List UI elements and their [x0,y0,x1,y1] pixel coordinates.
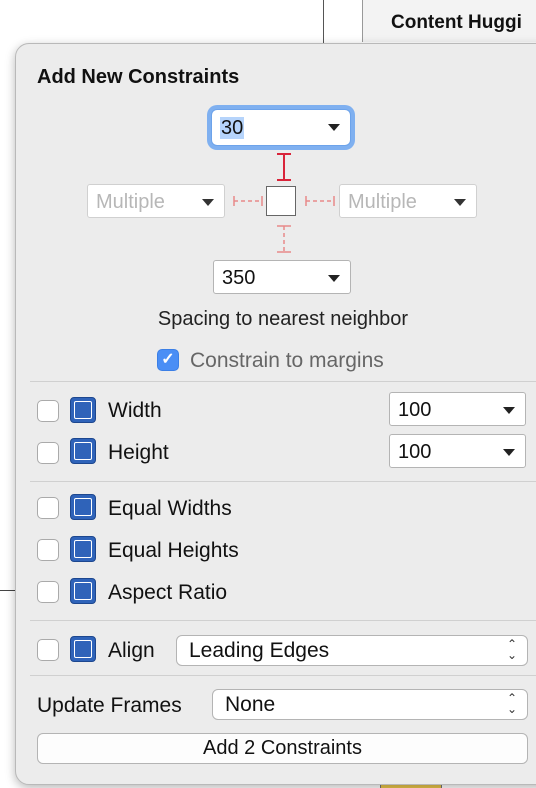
top-spacing-value[interactable]: 30 [220,117,245,139]
chevron-up-down-icon: ⌃ ⌄ [506,691,517,716]
dropdown-arrow-icon [454,199,466,206]
separator [30,381,536,382]
width-label: Width [108,399,162,422]
left-spacing-popup[interactable]: Multiple [87,184,225,218]
add-constraints-popover: Add New Constraints 30 Multiple Multiple… [15,43,536,785]
left-pin-icon[interactable] [233,196,263,206]
equal-widths-label: Equal Widths [108,497,232,520]
left-spacing-value: Multiple [96,191,165,213]
top-spacing-popup[interactable]: 30 [211,109,351,146]
spacing-caption: Spacing to nearest neighbor [157,308,409,330]
separator [30,620,536,621]
width-value: 100 [398,399,432,421]
height-label: Height [108,441,169,464]
dropdown-arrow-icon [328,275,340,282]
height-value: 100 [398,441,432,463]
align-checkbox[interactable] [37,639,59,661]
separator [30,481,536,482]
equal-heights-icon [70,536,96,562]
aspect-ratio-icon [70,578,96,604]
width-constraint-icon [70,397,96,423]
height-value-popup[interactable]: 100 [389,434,526,468]
update-frames-popup[interactable]: None ⌃ ⌄ [212,689,528,720]
bottom-spacing-popup[interactable]: 350 [213,260,351,294]
dropdown-arrow-icon [503,449,515,456]
update-frames-label: Update Frames [37,694,182,717]
align-popup[interactable]: Leading Edges ⌃ ⌄ [176,635,528,666]
align-label: Align [108,639,155,662]
inspector-header-label: Content Huggi [391,12,522,33]
right-pin-icon[interactable] [305,196,335,206]
right-spacing-popup[interactable]: Multiple [339,184,477,218]
constrain-to-margins-label: Constrain to margins [190,349,384,372]
bottom-pin-icon[interactable] [277,225,291,253]
aspect-ratio-checkbox[interactable] [37,581,59,603]
aspect-ratio-label: Aspect Ratio [108,581,228,604]
equal-widths-checkbox[interactable] [37,497,59,519]
align-value: Leading Edges [189,639,330,662]
dropdown-arrow-icon [503,407,515,414]
view-placeholder-box [266,186,296,216]
background-divider [323,0,324,44]
inspector-header: Content Huggi [362,0,536,42]
width-value-popup[interactable]: 100 [389,392,526,426]
chevron-up-down-icon: ⌃ ⌄ [506,637,517,662]
bottom-spacing-value: 350 [222,267,256,289]
checkmark-icon: ✓ [161,351,175,368]
add-constraints-button[interactable]: Add 2 Constraints [37,733,528,764]
right-spacing-value: Multiple [348,191,417,213]
height-checkbox[interactable] [37,442,59,464]
separator [30,675,536,676]
constrain-to-margins-checkbox[interactable]: ✓ [157,349,179,371]
dropdown-arrow-icon [328,124,340,131]
equal-heights-label: Equal Heights [108,539,239,562]
align-icon [70,636,96,662]
top-pin-icon[interactable] [277,153,291,181]
dropdown-arrow-icon [202,199,214,206]
popover-title: Add New Constraints [37,66,240,88]
update-frames-value: None [225,693,276,716]
height-constraint-icon [70,438,96,464]
equal-heights-checkbox[interactable] [37,539,59,561]
background-line [0,590,16,591]
width-checkbox[interactable] [37,400,59,422]
equal-widths-icon [70,494,96,520]
